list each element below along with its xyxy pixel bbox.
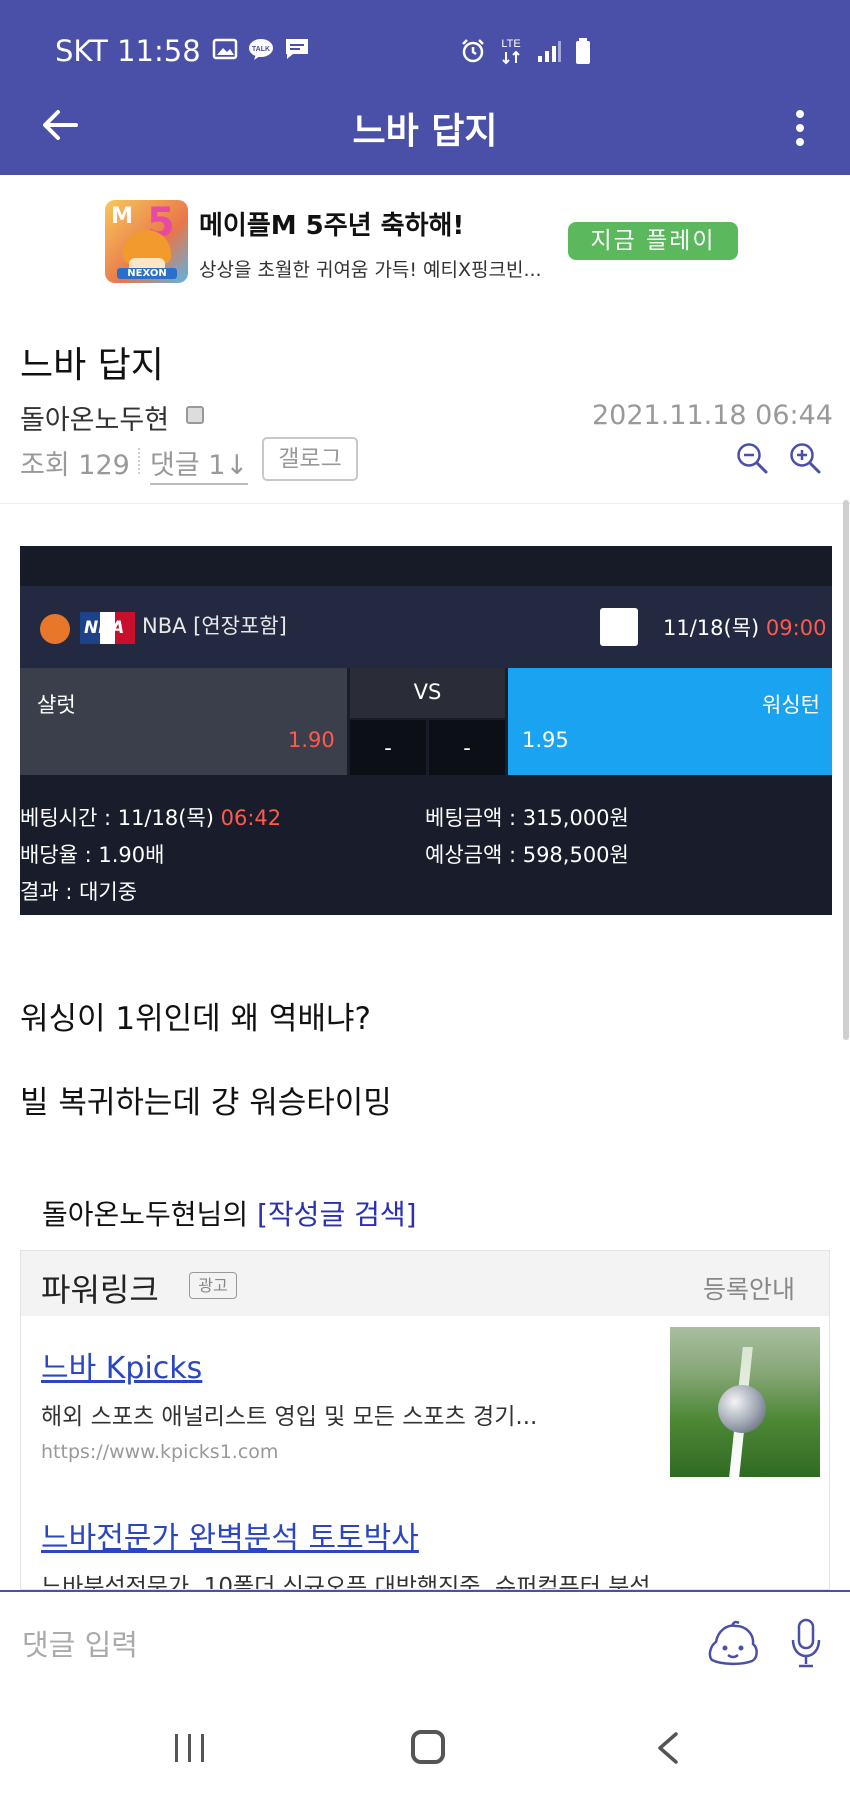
bet-top-strip — [20, 546, 832, 586]
bet-checkbox — [600, 608, 638, 646]
power-link-item-1-image[interactable] — [670, 1327, 820, 1477]
vs-label: VS — [413, 680, 442, 704]
post-author[interactable]: 돌아온노두현 — [20, 398, 169, 437]
home-team-name: 샬럿 — [37, 693, 76, 717]
nba-logo-text: NBA — [84, 618, 125, 638]
nexon-label: NEXON — [117, 268, 177, 279]
alarm-icon — [462, 39, 484, 63]
back-icon[interactable] — [654, 1732, 680, 1764]
signal-icon — [538, 41, 561, 62]
basketball-icon — [40, 614, 70, 644]
meta-separator — [138, 448, 140, 474]
zoom-in-icon[interactable] — [789, 442, 821, 474]
system-icons: LTE — [460, 36, 592, 66]
power-link-title: 파워링크 — [41, 1271, 159, 1309]
ad-badge: 광고 — [189, 1272, 237, 1299]
bet-time-value: 06:42 — [220, 806, 282, 830]
post-comments-link[interactable]: 댓글 1↓ — [150, 443, 249, 485]
lte-icon: LTE — [501, 38, 521, 65]
betting-slip-image: NBA NBA [연장포함] 11/18(목) 09:00 샬럿 1.90 VS… — [20, 546, 832, 915]
gallery-icon — [212, 38, 238, 60]
system-nav-bar — [0, 1700, 850, 1795]
comment-input[interactable]: 댓글 입력 — [22, 1622, 138, 1664]
gallog-button[interactable]: 갤로그 — [262, 437, 358, 481]
ad-play-button[interactable]: 지금 플레이 — [568, 222, 738, 260]
ad-icon-letter: M — [111, 204, 133, 229]
power-link-item-1-desc[interactable]: 해외 스포츠 애널리스트 영입 및 모든 스포츠 경기... — [41, 1397, 537, 1431]
nba-logo: NBA — [80, 612, 135, 644]
bet-amount: 베팅금액 : 315,000원 — [425, 806, 629, 830]
home-team-cell — [20, 668, 347, 775]
ad-title[interactable]: 메이플M 5주년 축하해! — [199, 205, 464, 242]
bet-league: NBA [연장포함] — [142, 614, 287, 638]
register-info-link[interactable]: 등록안내 — [703, 1270, 795, 1306]
power-link-item-2-title[interactable]: 느바전문가 완벽분석 토토박사 — [41, 1513, 419, 1557]
post-body-line-2: 빌 복귀하는데 걍 워승타이밍 — [20, 1085, 392, 1121]
power-link-item-1-title[interactable]: 느바 Kpicks — [41, 1343, 202, 1387]
draw-value-2: - — [463, 736, 471, 760]
top-bar: SKT 11:58 TALK LTE 느바 답지 — [0, 0, 850, 175]
scrollbar[interactable] — [843, 500, 849, 1040]
author-search: 돌아온노두현님의 [작성글 검색] — [42, 1193, 417, 1233]
away-team-odds: 1.95 — [522, 728, 569, 752]
ad-subtitle[interactable]: 상상을 초월한 귀여움 가득! 예티X핑크빈... — [199, 255, 542, 282]
away-team-name: 워싱턴 — [762, 693, 820, 717]
bet-game-datetime: 11/18(목) 09:00 — [663, 612, 826, 642]
power-link-item-1-url[interactable]: https://www.kpicks1.com — [41, 1441, 278, 1463]
status-carrier-time: SKT 11:58 — [55, 34, 201, 68]
zoom-out-icon[interactable] — [736, 442, 768, 474]
notification-icons: TALK — [212, 37, 310, 61]
bet-game-date: 11/18(목) — [663, 616, 760, 640]
kakaotalk-icon: TALK — [249, 39, 273, 60]
app-bar-title: 느바 답지 — [352, 111, 498, 152]
emoticon-icon[interactable] — [706, 1620, 760, 1668]
bet-rate: 배당율 : 1.90배 — [20, 843, 165, 867]
status-bar: SKT 11:58 TALK LTE — [0, 0, 850, 100]
more-vert-icon[interactable] — [790, 108, 810, 148]
bet-time: 베팅시간 : 11/18(목) 06:42 — [20, 802, 281, 832]
lte-label: LTE — [501, 38, 520, 50]
home-team-odds: 1.90 — [288, 728, 335, 752]
recents-icon[interactable] — [173, 1733, 207, 1763]
author-search-prefix: 돌아온노두현님의 — [42, 1198, 249, 1231]
author-badge-icon — [186, 406, 204, 424]
away-team-cell — [508, 668, 832, 775]
ad-banner[interactable]: M 5 NEXON 메이플M 5주년 축하해! 상상을 초월한 귀여움 가득! … — [0, 175, 850, 300]
author-search-link[interactable]: [작성글 검색] — [257, 1198, 417, 1231]
comment-bar: 댓글 입력 — [0, 1590, 850, 1700]
bet-result: 결과 : 대기중 — [20, 880, 138, 904]
battery-icon — [576, 38, 590, 64]
post-body-line-1: 워싱이 1위인데 왜 역배냐? — [20, 1001, 371, 1037]
bet-time-label: 베팅시간 : 11/18(목) — [20, 806, 214, 830]
power-link-section: 파워링크 광고 등록안내 느바 Kpicks 해외 스포츠 애널리스트 영입 및… — [20, 1250, 830, 1590]
microphone-icon[interactable] — [790, 1618, 822, 1670]
bet-game-time: 09:00 — [765, 616, 827, 640]
maplestory-app-icon[interactable]: M 5 NEXON — [105, 200, 188, 283]
power-link-item-2-desc[interactable]: 느바분석전문가, 10폴더 신규오픈 대박행진중, 슈퍼컴퓨터 분석... — [41, 1567, 672, 1589]
home-icon[interactable] — [411, 1730, 445, 1764]
post-date: 2021.11.18 06:44 — [592, 400, 833, 431]
post-title: 느바 답지 — [20, 345, 164, 386]
post-views: 조회 129 — [20, 450, 130, 481]
draw-value-1: - — [384, 736, 392, 760]
bet-expected-amount: 예상금액 : 598,500원 — [425, 843, 629, 867]
header-divider — [0, 503, 850, 504]
message-icon — [286, 39, 308, 59]
kakao-label: TALK — [252, 46, 270, 53]
soccer-ball — [718, 1385, 766, 1433]
